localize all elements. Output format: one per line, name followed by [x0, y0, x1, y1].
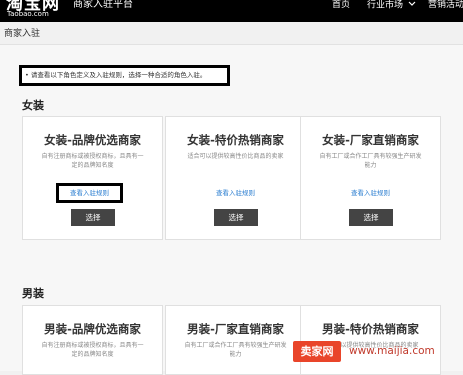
nav-item-marketing[interactable]: 营销活动 [428, 0, 463, 11]
role-card-desc: 自有注册商标或被授权商标，且具有一定的品牌知名度 [41, 153, 144, 169]
section-title-men: 男装 [22, 287, 44, 300]
select-button[interactable]: 选择 [71, 209, 115, 226]
role-notice: • 请查看以下角色定义及入驻规则，选择一种合适的角色入驻。 [19, 65, 230, 86]
view-rules-link[interactable]: 查看入驻规则 [301, 189, 440, 198]
breadcrumb: 商家入驻 [4, 29, 41, 39]
role-card-title: 男装-特价热销商家 [322, 322, 419, 336]
portal-title: 商家入驻平台 [73, 0, 133, 10]
nav-item-industry-market-label: 行业市场 [367, 0, 404, 11]
role-card-title: 女装-品牌优选商家 [44, 133, 141, 147]
maijia-watermark: 卖家网 www.maijia.com [293, 339, 463, 365]
breadcrumb-bar: 商家入驻 [0, 22, 463, 45]
role-card-women-brand: 女装-品牌优选商家 自有注册商标或被授权商标，且具有一定的品牌知名度 查看入驻规… [22, 116, 163, 240]
chevron-down-icon [408, 0, 416, 11]
role-card-women-factory: 女装-厂家直销商家 自有工厂或合作工厂具有较强生产研发能力 查看入驻规则 选择 [300, 116, 441, 240]
select-button[interactable]: 选择 [214, 209, 258, 226]
role-card-desc: 自有工厂或合作工厂具有较强生产研发能力 [184, 342, 287, 358]
role-card-title: 女装-厂家直销商家 [322, 133, 419, 147]
role-card-desc: 适合可以提供较高性价比商品的卖家 [187, 153, 284, 160]
role-card-desc: 自有工厂或合作工厂具有较强生产研发能力 [319, 153, 422, 169]
nav-item-home[interactable]: 首页 [332, 0, 350, 11]
select-button[interactable]: 选择 [349, 209, 393, 226]
role-card-title: 男装-品牌优选商家 [44, 322, 141, 336]
nav-item-industry-market[interactable]: 行业市场 [367, 0, 416, 12]
view-rules-link[interactable]: 查看入驻规则 [166, 189, 305, 198]
role-card-women-discount: 女装-特价热销商家 适合可以提供较高性价比商品的卖家 查看入驻规则 选择 [165, 116, 306, 240]
top-navbar: 淘宝网 Taobao.com 商家入驻平台 首页 行业市场 营销活动 [0, 0, 463, 22]
role-card-desc: 自有注册商标或被授权商标，且具有一定的品牌知名度 [41, 342, 144, 358]
role-card-title: 女装-特价热销商家 [187, 133, 284, 147]
view-rules-link[interactable]: 查看入驻规则 [56, 183, 123, 203]
watermark-url: www.maijia.com [349, 345, 435, 357]
role-card-title: 男装-厂家直销商家 [187, 322, 284, 336]
section-title-women: 女装 [22, 99, 44, 112]
watermark-badge: 卖家网 [293, 341, 341, 362]
role-card-men-factory: 男装-厂家直销商家 自有工厂或合作工厂具有较强生产研发能力 [165, 305, 306, 375]
role-card-men-brand: 男装-品牌优选商家 自有注册商标或被授权商标，且具有一定的品牌知名度 [22, 305, 163, 375]
taobao-logo-sub: Taobao.com [7, 10, 49, 18]
